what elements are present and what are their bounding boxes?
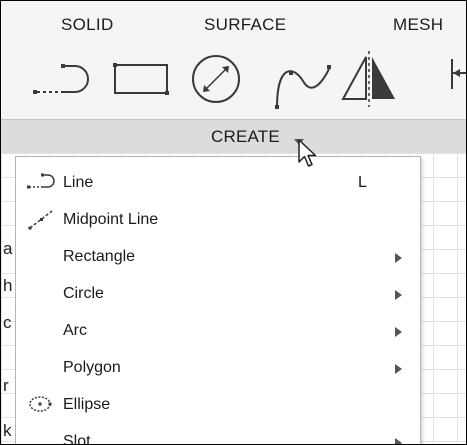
line-icon	[26, 171, 58, 198]
create-dropdown-menu: Line L Midpoint Line Rectangle Circle Ar…	[15, 156, 421, 445]
menu-item-label: Polygon	[63, 359, 121, 376]
background-text-fragment: h	[3, 276, 13, 295]
menu-item-circle[interactable]: Circle	[16, 276, 420, 313]
dimension-icon[interactable]	[449, 45, 466, 119]
spline-icon[interactable]	[269, 45, 333, 119]
workspace-tabs: SOLID SURFACE MESH	[1, 1, 466, 45]
shortcut-key: L	[358, 174, 367, 191]
background-text-fragment: c	[3, 313, 12, 332]
submenu-arrow-icon	[395, 364, 402, 374]
create-panel-header[interactable]: CREATE	[1, 119, 466, 154]
menu-item-midpoint-line[interactable]: Midpoint Line	[16, 202, 420, 239]
mirror-icon[interactable]	[337, 45, 401, 119]
midpoint-line-icon	[26, 208, 58, 235]
submenu-arrow-icon	[395, 438, 402, 444]
background-text-fragment: r	[3, 376, 9, 395]
background-text-fragment: k	[3, 421, 12, 440]
menu-item-polygon[interactable]: Polygon	[16, 350, 420, 387]
menu-item-arc[interactable]: Arc	[16, 313, 420, 350]
submenu-arrow-icon	[395, 327, 402, 337]
ellipse-icon	[26, 393, 58, 420]
menu-item-label: Circle	[63, 285, 104, 302]
submenu-arrow-icon	[395, 290, 402, 300]
rectangle-icon[interactable]	[109, 45, 173, 119]
menu-item-label: Arc	[63, 322, 87, 339]
background-text-fragment: a	[3, 239, 13, 258]
menu-item-label: Line	[63, 174, 94, 191]
menu-item-line[interactable]: Line L	[16, 165, 420, 202]
menu-item-rectangle[interactable]: Rectangle	[16, 239, 420, 276]
menu-item-label: Ellipse	[63, 396, 111, 413]
line-icon[interactable]	[31, 45, 95, 119]
tab-surface[interactable]: SURFACE	[204, 15, 286, 35]
app-frame: SOLID SURFACE MESH CREATE a h c r k Line…	[0, 0, 467, 445]
tab-solid[interactable]: SOLID	[61, 15, 114, 35]
menu-item-ellipse[interactable]: Ellipse	[16, 387, 420, 424]
circle-icon[interactable]	[189, 45, 253, 119]
submenu-arrow-icon	[395, 253, 402, 263]
menu-item-slot[interactable]: Slot	[16, 424, 420, 445]
tab-mesh[interactable]: MESH	[393, 15, 443, 35]
menu-item-label: Rectangle	[63, 248, 136, 265]
create-label[interactable]: CREATE	[211, 127, 280, 147]
menu-item-label: Slot	[63, 433, 91, 445]
mouse-cursor-icon	[297, 138, 321, 175]
create-toolbar	[1, 45, 466, 119]
menu-item-label: Midpoint Line	[63, 211, 159, 228]
